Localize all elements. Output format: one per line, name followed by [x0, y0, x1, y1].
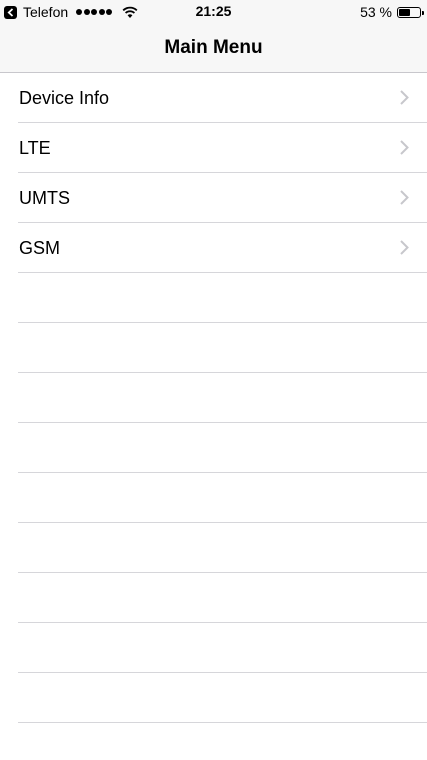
menu-item-label: GSM	[19, 237, 61, 258]
battery-indicator: 53 %	[360, 3, 424, 21]
status-bar: Telefon 21:25 53 %	[0, 0, 427, 24]
menu-item-label: UMTS	[19, 187, 70, 208]
battery-percent: 53 %	[360, 4, 392, 20]
menu-item-umts[interactable]: UMTS	[0, 173, 427, 223]
empty-row	[0, 373, 427, 423]
chevron-right-icon	[400, 90, 409, 105]
empty-row	[0, 573, 427, 623]
chevron-right-icon	[400, 240, 409, 255]
battery-fill	[399, 8, 410, 16]
menu-item-label: LTE	[19, 137, 51, 158]
empty-row	[0, 673, 427, 723]
empty-row	[0, 323, 427, 373]
menu-item-gsm[interactable]: GSM	[0, 223, 427, 273]
empty-row	[0, 423, 427, 473]
battery-icon	[397, 6, 424, 18]
menu-item-label: Device Info	[19, 87, 110, 108]
menu-item-lte[interactable]: LTE	[0, 123, 427, 173]
empty-row	[0, 273, 427, 323]
navigation-bar: Main Menu	[0, 24, 427, 73]
menu-item-device-info[interactable]: Device Info	[0, 73, 427, 123]
chevron-right-icon	[400, 140, 409, 155]
chevron-right-icon	[400, 190, 409, 205]
empty-row	[0, 623, 427, 673]
page-title: Main Menu	[164, 37, 263, 58]
empty-row	[0, 473, 427, 523]
empty-row	[0, 523, 427, 573]
menu-list: Device Info LTE UMTS GSM	[0, 73, 427, 723]
